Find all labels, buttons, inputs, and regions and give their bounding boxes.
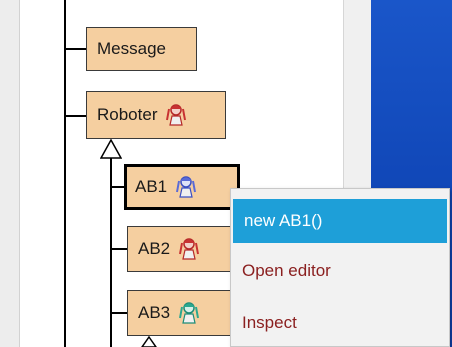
menu-item-new-instance[interactable]: new AB1() xyxy=(233,199,447,243)
robot-girl-blue-icon xyxy=(176,176,197,198)
class-node-label: AB1 xyxy=(135,177,168,196)
inheritance-arrow-icon xyxy=(100,139,122,159)
robot-girl-red-icon xyxy=(179,238,200,260)
context-menu: new AB1() Open editor Inspect xyxy=(230,188,450,347)
robot-girl-red-icon xyxy=(166,104,187,126)
class-node-label: AB2 xyxy=(138,239,171,258)
menu-item-label: Open editor xyxy=(242,261,331,280)
robot-girl-teal-icon xyxy=(179,302,200,324)
class-node-ab1[interactable]: AB1 xyxy=(124,164,240,210)
class-node-ab3[interactable]: AB3 xyxy=(127,290,237,336)
menu-item-label: Inspect xyxy=(242,313,297,332)
tree-connector xyxy=(64,0,66,347)
class-node-label: AB3 xyxy=(138,303,171,322)
tree-connector xyxy=(64,48,86,50)
class-node-label: Message xyxy=(97,39,166,58)
menu-item-open-editor[interactable]: Open editor xyxy=(231,251,449,291)
tree-connector xyxy=(110,186,125,188)
class-node-ab2[interactable]: AB2 xyxy=(127,226,237,272)
inheritance-arrow-icon xyxy=(141,336,157,347)
menu-item-inspect[interactable]: Inspect xyxy=(231,303,449,343)
tree-connector xyxy=(110,248,127,250)
tree-connector xyxy=(110,312,127,314)
class-node-roboter[interactable]: Roboter xyxy=(86,91,226,139)
tree-connector xyxy=(64,115,86,117)
left-gutter xyxy=(0,0,20,347)
menu-item-label: new AB1() xyxy=(244,211,323,230)
class-node-label: Roboter xyxy=(97,105,158,124)
class-node-message[interactable]: Message xyxy=(86,27,197,71)
